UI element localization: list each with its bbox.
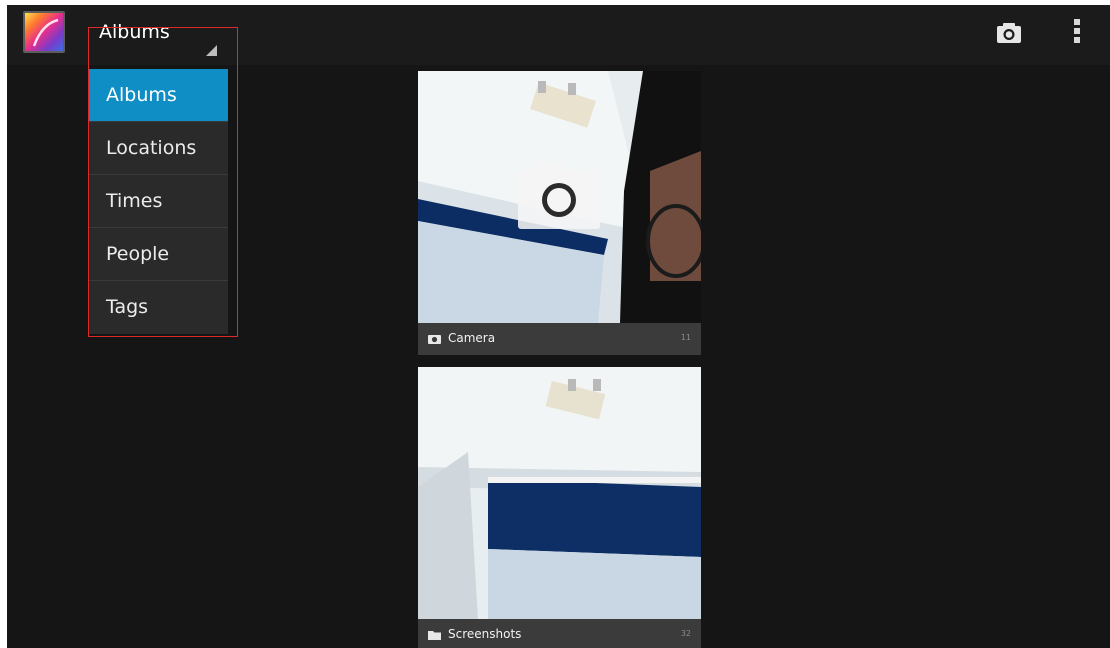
- album-name: Screenshots: [448, 627, 522, 641]
- album-caption: Screenshots 32: [418, 619, 701, 648]
- gallery-logo-graphic: [32, 18, 59, 47]
- album-caption: Camera 11: [418, 323, 701, 355]
- camera-icon[interactable]: [995, 21, 1023, 45]
- album-tile-camera[interactable]: Camera 11: [418, 71, 701, 355]
- album-thumbnail: [418, 367, 701, 619]
- gallery-screen: Albums Albums Locations Times People Tag…: [7, 5, 1110, 648]
- album-count: 32: [680, 629, 691, 638]
- album-name: Camera: [448, 331, 496, 345]
- gallery-app-icon[interactable]: [23, 11, 65, 53]
- album-thumbnail: [418, 71, 701, 323]
- dropdown-highlight-box: [88, 27, 238, 337]
- album-count: 11: [680, 333, 691, 342]
- overflow-menu-icon[interactable]: [1071, 17, 1083, 51]
- camera-icon: [428, 335, 441, 344]
- folder-icon: [428, 631, 441, 640]
- album-tile-screenshots[interactable]: Screenshots 32: [418, 367, 701, 648]
